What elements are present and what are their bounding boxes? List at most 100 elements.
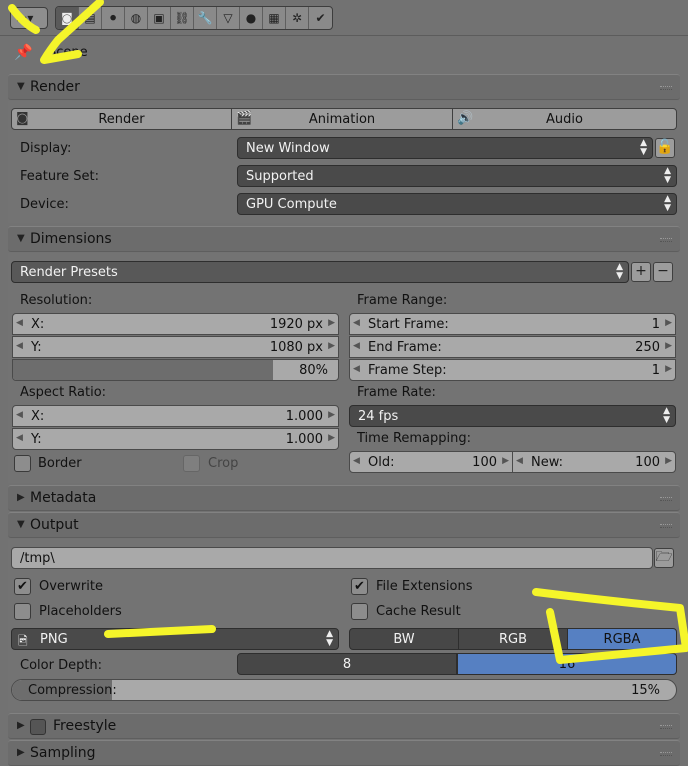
render-button[interactable]: ◙ Render — [11, 108, 232, 130]
frame-range-label: Frame Range: — [357, 293, 448, 308]
increment-arrow-icon[interactable]: ▶ — [665, 456, 672, 466]
cache-result-checkbox[interactable] — [351, 603, 368, 620]
editor-type-icon: ▭▾ — [16, 11, 34, 25]
decrement-arrow-icon[interactable]: ◀ — [353, 364, 360, 374]
constraints-icon[interactable]: ⛓ — [171, 7, 194, 29]
expand-triangle-icon: ▼ — [17, 81, 25, 92]
color-depth-8-button[interactable]: 8 — [237, 653, 457, 675]
start-frame-field[interactable]: ◀ Start Frame: 1 ▶ — [349, 313, 676, 335]
increment-arrow-icon[interactable]: ▶ — [502, 456, 509, 466]
placeholders-checkbox[interactable] — [14, 603, 31, 620]
decrement-arrow-icon[interactable]: ◀ — [16, 341, 23, 351]
material-icon[interactable]: ● — [240, 7, 263, 29]
editor-type-button[interactable]: ▭▾ — [10, 7, 48, 29]
overwrite-checkbox[interactable]: ✔ — [14, 578, 31, 595]
output-path-field[interactable]: /tmp\ — [11, 547, 653, 569]
placeholders-label: Placeholders — [39, 604, 122, 619]
world-icon[interactable]: ◍ — [125, 7, 148, 29]
lock-icon[interactable]: 🔓 — [655, 138, 675, 158]
drag-grip-icon[interactable] — [660, 238, 672, 242]
physics-icon[interactable]: ✔ — [309, 7, 332, 29]
drag-grip-icon[interactable] — [660, 725, 672, 729]
color-mode-rgb-button[interactable]: RGB — [458, 628, 568, 650]
color-mode-bw-button[interactable]: BW — [349, 628, 459, 650]
metadata-panel-header[interactable]: ▶ Metadata — [8, 485, 680, 511]
remap-new-field[interactable]: ◀ New: 100 ▶ — [512, 451, 676, 473]
expand-triangle-icon: ▼ — [17, 519, 25, 530]
aspect-x-field[interactable]: ◀ X: 1.000 ▶ — [12, 405, 339, 427]
sampling-panel-header[interactable]: ▶ Sampling — [8, 740, 680, 766]
color-depth-label: Color Depth: — [20, 658, 103, 673]
decrement-arrow-icon[interactable]: ◀ — [516, 456, 523, 466]
decrement-arrow-icon[interactable]: ◀ — [16, 318, 23, 328]
decrement-arrow-icon[interactable]: ◀ — [16, 433, 23, 443]
color-mode-rgba-button[interactable]: RGBA — [567, 628, 677, 650]
decrement-arrow-icon[interactable]: ◀ — [353, 456, 360, 466]
color-depth-16-button[interactable]: 16 — [457, 653, 677, 675]
animation-button[interactable]: 🎬 Animation — [231, 108, 453, 130]
render-camera-icon[interactable]: ◙ — [56, 7, 79, 29]
drag-grip-icon[interactable] — [660, 497, 672, 501]
remap-old-field[interactable]: ◀ Old: 100 ▶ — [349, 451, 513, 473]
texture-icon[interactable]: ▦ — [263, 7, 286, 29]
audio-button[interactable]: 🔊 Audio — [452, 108, 677, 130]
render-layers-icon[interactable]: ▤ — [79, 7, 102, 29]
modifiers-icon[interactable]: 🔧 — [194, 7, 217, 29]
speaker-icon: 🔊 — [457, 111, 474, 126]
dimensions-panel-header[interactable]: ▼ Dimensions — [8, 226, 680, 252]
resolution-label: Resolution: — [20, 293, 93, 308]
increment-arrow-icon[interactable]: ▶ — [328, 410, 335, 420]
frame-step-field[interactable]: ◀ Frame Step: 1 ▶ — [349, 359, 676, 381]
freestyle-enable-checkbox[interactable] — [30, 719, 46, 735]
file-extensions-checkbox[interactable]: ✔ — [351, 578, 368, 595]
output-panel-header[interactable]: ▼ Output — [8, 512, 680, 538]
increment-arrow-icon[interactable]: ▶ — [665, 318, 672, 328]
scene-icon[interactable]: ⚫ — [102, 7, 125, 29]
end-frame-field[interactable]: ◀ End Frame: 250 ▶ — [349, 336, 676, 358]
increment-arrow-icon[interactable]: ▶ — [328, 433, 335, 443]
render-presets-dropdown[interactable]: Render Presets ▲ ▼ — [11, 261, 629, 283]
cache-result-label: Cache Result — [376, 604, 461, 619]
increment-arrow-icon[interactable]: ▶ — [665, 364, 672, 374]
data-icon[interactable]: ▽ — [217, 7, 240, 29]
border-checkbox[interactable] — [14, 455, 31, 472]
pin-icon[interactable]: 📌 — [14, 43, 33, 61]
display-dropdown[interactable]: New Window ▲ ▼ — [237, 137, 653, 159]
compression-slider[interactable]: Compression: 15% — [11, 679, 677, 701]
updown-arrows-icon: ▲ ▼ — [616, 262, 623, 281]
particles-icon[interactable]: ✲ — [286, 7, 309, 29]
output-panel: /tmp\ 🗁 ✔ Overwrite ✔ File Extensions Pl… — [8, 539, 680, 711]
panel-title: Output — [30, 517, 79, 533]
freestyle-panel-header[interactable]: ▶ Freestyle — [8, 713, 680, 739]
decrement-arrow-icon[interactable]: ◀ — [16, 410, 23, 420]
feature-set-dropdown[interactable]: Supported ▲ ▼ — [237, 165, 677, 187]
object-icon[interactable]: ▣ — [148, 7, 171, 29]
crop-label: Crop — [208, 456, 239, 471]
dimensions-panel: Render Presets ▲ ▼ + − Resolution: ◀ X: 1… — [8, 253, 680, 483]
plus-icon: + — [635, 263, 647, 279]
frame-rate-dropdown[interactable]: 24 fps ▲ ▼ — [349, 405, 676, 427]
updown-arrows-icon: ▲ ▼ — [664, 166, 671, 185]
folder-icon[interactable]: 🗁 — [654, 548, 674, 568]
decrement-arrow-icon[interactable]: ◀ — [353, 341, 360, 351]
render-panel-header[interactable]: ▼ Render — [8, 74, 680, 100]
crop-checkbox[interactable] — [183, 455, 200, 472]
remove-preset-button[interactable]: − — [653, 262, 673, 282]
drag-grip-icon[interactable] — [660, 86, 672, 90]
add-preset-button[interactable]: + — [631, 262, 651, 282]
drag-grip-icon[interactable] — [660, 524, 672, 528]
panel-title: Metadata — [30, 490, 97, 506]
resolution-percent-slider[interactable]: 80% — [12, 359, 339, 381]
increment-arrow-icon[interactable]: ▶ — [328, 341, 335, 351]
device-dropdown[interactable]: GPU Compute ▲ ▼ — [237, 193, 677, 215]
increment-arrow-icon[interactable]: ▶ — [665, 341, 672, 351]
resolution-x-field[interactable]: ◀ X: 1920 px ▶ — [12, 313, 339, 335]
aspect-y-field[interactable]: ◀ Y: 1.000 ▶ — [12, 428, 339, 450]
slider-fill — [13, 360, 273, 380]
decrement-arrow-icon[interactable]: ◀ — [353, 318, 360, 328]
increment-arrow-icon[interactable]: ▶ — [328, 318, 335, 328]
resolution-y-field[interactable]: ◀ Y: 1080 px ▶ — [12, 336, 339, 358]
panel-title: Dimensions — [30, 231, 112, 247]
file-format-dropdown[interactable]: 🖻 PNG ▲ ▼ — [11, 628, 339, 650]
drag-grip-icon[interactable] — [660, 752, 672, 756]
